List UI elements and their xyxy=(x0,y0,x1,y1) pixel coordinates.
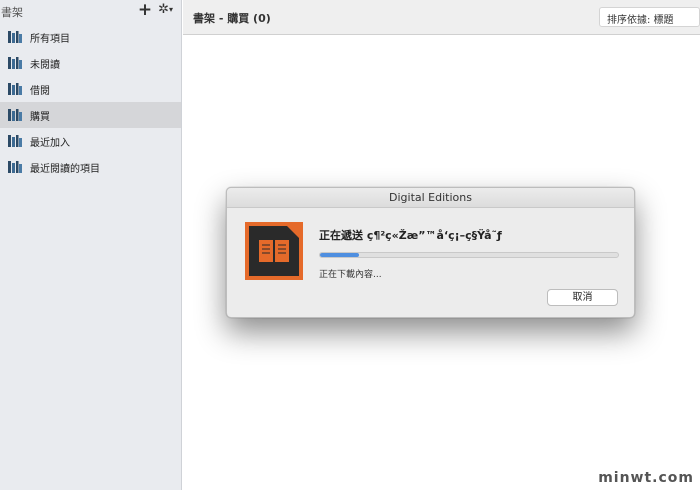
sidebar-tools: + ✲▾ xyxy=(138,2,173,19)
sidebar-title: 書架 xyxy=(1,6,23,19)
bookshelf-icon xyxy=(8,109,22,121)
book-icon xyxy=(245,222,303,280)
progress-fill xyxy=(320,253,359,257)
bookshelf-icon xyxy=(8,57,22,69)
download-dialog: Digital Editions 正在遞送 ç¶²ç«Žæ”™å‘ç¡–ç§Ÿå… xyxy=(226,187,635,318)
sidebar-item-purchased[interactable]: 購買 xyxy=(0,102,181,128)
bookshelf-icon xyxy=(8,83,22,95)
bookshelf-icon xyxy=(8,161,22,173)
bookshelf-icon xyxy=(8,31,22,43)
sidebar-item-unread[interactable]: 未閱讀 xyxy=(0,50,181,76)
sidebar-list: 所有項目 未閱讀 借閱 購買 最近加入 最近閱讀的項目 xyxy=(0,24,181,180)
watermark: minwt.com xyxy=(598,470,694,486)
gear-icon[interactable]: ✲▾ xyxy=(158,2,173,18)
main-header: 書架 - 購買 (0) 排序依據: 標題 xyxy=(183,0,700,35)
bookshelf-icon xyxy=(8,135,22,147)
sidebar-item-label: 未閱讀 xyxy=(30,59,60,71)
sidebar-item-label: 所有項目 xyxy=(30,33,70,45)
sidebar-item-recently-added[interactable]: 最近加入 xyxy=(0,128,181,154)
sidebar-item-recently-read[interactable]: 最近閱讀的項目 xyxy=(0,154,181,180)
download-status: 正在下載內容... xyxy=(319,270,382,280)
sidebar-item-label: 購買 xyxy=(30,111,50,123)
cancel-button[interactable]: 取消 xyxy=(547,289,618,306)
page-title: 書架 - 購買 (0) xyxy=(193,12,271,25)
download-progress-bar xyxy=(319,252,619,258)
sidebar-item-label: 借閱 xyxy=(30,85,50,97)
sidebar-item-label: 最近閱讀的項目 xyxy=(30,163,100,175)
sidebar-item-label: 最近加入 xyxy=(30,137,70,149)
delivery-filename: 正在遞送 ç¶²ç«Žæ”™å‘ç¡–ç§Ÿå˜ƒ xyxy=(319,229,502,242)
sidebar: 書架 + ✲▾ 所有項目 未閱讀 借閱 購買 最近加入 最近閱讀的項目 xyxy=(0,0,182,490)
sidebar-item-all[interactable]: 所有項目 xyxy=(0,24,181,50)
sort-dropdown[interactable]: 排序依據: 標題 xyxy=(599,7,700,27)
plus-icon[interactable]: + xyxy=(138,2,152,19)
sidebar-item-borrowed[interactable]: 借閱 xyxy=(0,76,181,102)
sidebar-header: 書架 + ✲▾ xyxy=(0,0,181,24)
dialog-title: Digital Editions xyxy=(227,188,634,208)
